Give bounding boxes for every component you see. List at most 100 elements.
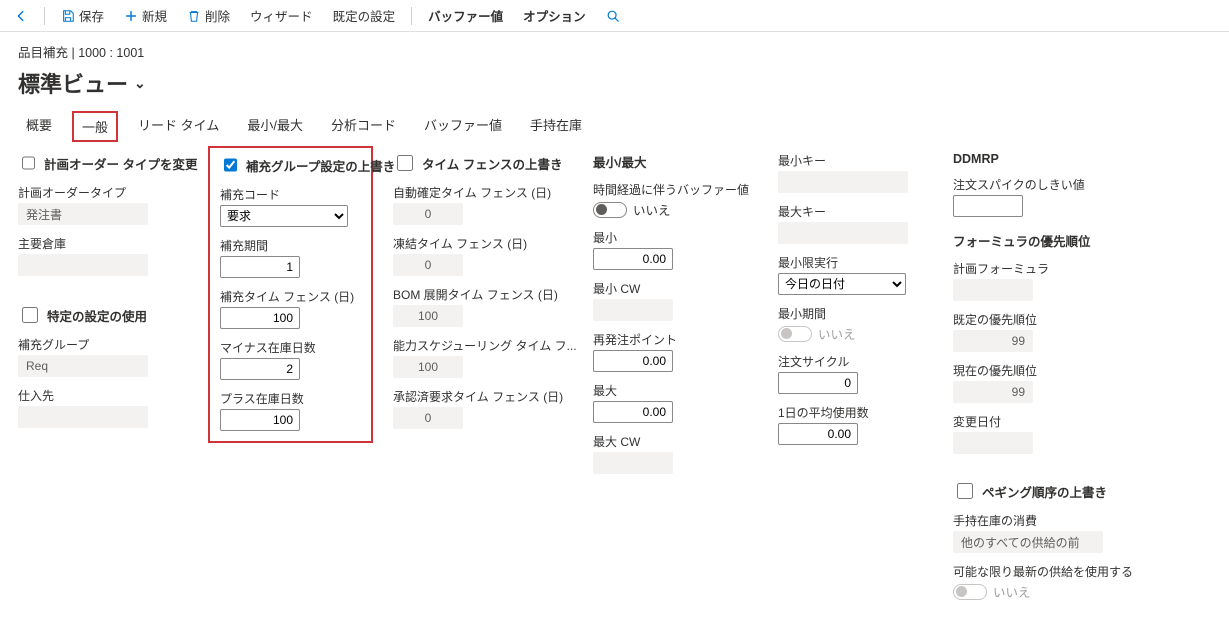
default-priority-value: 99 [953, 330, 1033, 352]
default-settings-label: 既定の設定 [333, 6, 396, 25]
replen-group-field: 補充グループ Req [18, 336, 188, 377]
tab-minmax[interactable]: 最小/最大 [239, 111, 311, 142]
ddmrp-heading: DDMRP [953, 152, 1153, 166]
negative-days-label: マイナス在庫日数 [220, 339, 361, 356]
replen-code-select[interactable]: 要求 [220, 205, 348, 227]
options-label: オプション [523, 6, 586, 25]
current-priority-label: 現在の優先順位 [953, 362, 1153, 379]
min-period-label: 最小期間 [778, 305, 933, 322]
min-label: 最小 [593, 229, 758, 246]
delete-label: 削除 [205, 6, 230, 25]
onhand-consumption-label: 手持在庫の消費 [953, 512, 1153, 529]
negative-days-input[interactable] [220, 358, 300, 380]
wizard-button[interactable]: ウィザード [242, 3, 321, 28]
tab-onhand[interactable]: 手持在庫 [522, 111, 590, 142]
buffer-over-time-toggle[interactable]: いいえ [593, 200, 758, 219]
buffer-values-button[interactable]: バッファー値 [420, 3, 511, 28]
search-icon [606, 9, 620, 23]
freeze-tf-field: 凍結タイム フェンス (日) 0 [393, 235, 573, 276]
current-priority-value: 99 [953, 381, 1033, 403]
order-spike-threshold-field: 注文スパイクのしきい値 [953, 176, 1153, 217]
auto-firm-tf-value: 0 [393, 203, 463, 225]
current-priority-field: 現在の優先順位 99 [953, 362, 1153, 403]
replen-code-field: 補充コード 要求 [220, 186, 361, 227]
order-cycle-input[interactable] [778, 372, 858, 394]
approved-req-tf-value: 0 [393, 407, 463, 429]
use-specific-settings-label: 特定の設定の使用 [47, 306, 147, 325]
default-settings-button[interactable]: 既定の設定 [325, 3, 404, 28]
buffer-over-time-label: 時間経過に伴うバッファー値 [593, 181, 758, 198]
separator [44, 7, 45, 25]
formula-priority-heading: フォーミュラの優先順位 [953, 231, 1153, 250]
min-cw-label: 最小 CW [593, 280, 758, 297]
min-key-field: 最小キー [778, 152, 933, 193]
override-group-settings-checkbox[interactable] [224, 157, 237, 173]
min-execution-select[interactable]: 今日の日付 [778, 273, 906, 295]
override-pegging-checkbox[interactable] [957, 483, 973, 499]
save-button[interactable]: 保存 [53, 3, 112, 28]
plan-order-type-value: 発注書 [18, 203, 148, 225]
negative-days-field: マイナス在庫日数 [220, 339, 361, 380]
order-cycle-label: 注文サイクル [778, 353, 933, 370]
replen-code-label: 補充コード [220, 186, 361, 203]
buffer-over-time-value: いいえ [633, 200, 671, 219]
order-spike-threshold-input[interactable] [953, 195, 1023, 217]
replen-period-input[interactable] [220, 256, 300, 278]
override-time-fence-checkbox[interactable] [397, 155, 413, 171]
wizard-label: ウィザード [250, 6, 313, 25]
max-key-value [778, 222, 908, 244]
capacity-tf-value: 100 [393, 356, 463, 378]
min-input[interactable] [593, 248, 673, 270]
use-latest-supply-field: 可能な限り最新の供給を使用する いいえ [953, 563, 1153, 601]
tab-general[interactable]: 一般 [72, 111, 118, 142]
avg-daily-usage-label: 1日の平均使用数 [778, 404, 933, 421]
reorder-point-label: 再発注ポイント [593, 331, 758, 348]
min-key-value [778, 171, 908, 193]
col-ddmrp: DDMRP 注文スパイクのしきい値 フォーミュラの優先順位 計画フォーミュラ 既… [953, 152, 1153, 601]
min-cw-value [593, 299, 673, 321]
min-period-field: 最小期間 いいえ [778, 305, 933, 343]
max-cw-value [593, 452, 673, 474]
override-group-settings-label: 補充グループ設定の上書き [246, 156, 395, 175]
auto-firm-tf-label: 自動確定タイム フェンス (日) [393, 184, 573, 201]
bom-explode-tf-field: BOM 展開タイム フェンス (日) 100 [393, 286, 573, 327]
avg-daily-usage-input[interactable] [778, 423, 858, 445]
search-button[interactable] [598, 6, 628, 26]
plan-formula-field: 計画フォーミュラ [953, 260, 1153, 301]
override-pegging-label: ペギング順序の上書き [982, 482, 1107, 501]
positive-days-input[interactable] [220, 409, 300, 431]
arrow-left-icon [14, 9, 28, 23]
options-button[interactable]: オプション [515, 3, 594, 28]
bom-explode-tf-label: BOM 展開タイム フェンス (日) [393, 286, 573, 303]
override-pegging: ペギング順序の上書き [953, 480, 1153, 502]
toggle-switch-icon [953, 584, 987, 600]
page-header: 品目補充 | 1000 : 1001 標準ビュー ⌄ [0, 32, 1229, 111]
onhand-consumption-value: 他のすべての供給の前 [953, 531, 1103, 553]
tab-leadtime[interactable]: リード タイム [130, 111, 227, 142]
tab-analysis[interactable]: 分析コード [323, 111, 404, 142]
toggle-switch-icon [593, 202, 627, 218]
capacity-tf-field: 能力スケジューリング タイム フ... 100 [393, 337, 573, 378]
page-title[interactable]: 標準ビュー ⌄ [18, 67, 146, 107]
replen-time-fence-input[interactable] [220, 307, 300, 329]
primary-warehouse-value [18, 254, 148, 276]
tabs: 概要 一般 リード タイム 最小/最大 分析コード バッファー値 手持在庫 [0, 111, 1229, 142]
positive-days-label: プラス在庫日数 [220, 390, 361, 407]
max-label: 最大 [593, 382, 758, 399]
replen-period-field: 補充期間 [220, 237, 361, 278]
replen-time-fence-label: 補充タイム フェンス (日) [220, 288, 361, 305]
back-button[interactable] [6, 6, 36, 26]
max-key-label: 最大キー [778, 203, 933, 220]
max-input[interactable] [593, 401, 673, 423]
positive-days-field: プラス在庫日数 [220, 390, 361, 431]
delete-button[interactable]: 削除 [179, 3, 238, 28]
override-plan-order-type-checkbox[interactable] [22, 155, 35, 171]
tab-overview[interactable]: 概要 [18, 111, 60, 142]
save-icon [61, 9, 75, 23]
change-date-label: 変更日付 [953, 413, 1153, 430]
tab-buffer[interactable]: バッファー値 [416, 111, 510, 142]
reorder-point-input[interactable] [593, 350, 673, 372]
new-button[interactable]: 新規 [116, 3, 175, 28]
use-specific-settings-checkbox[interactable] [22, 307, 38, 323]
change-date-value [953, 432, 1033, 454]
